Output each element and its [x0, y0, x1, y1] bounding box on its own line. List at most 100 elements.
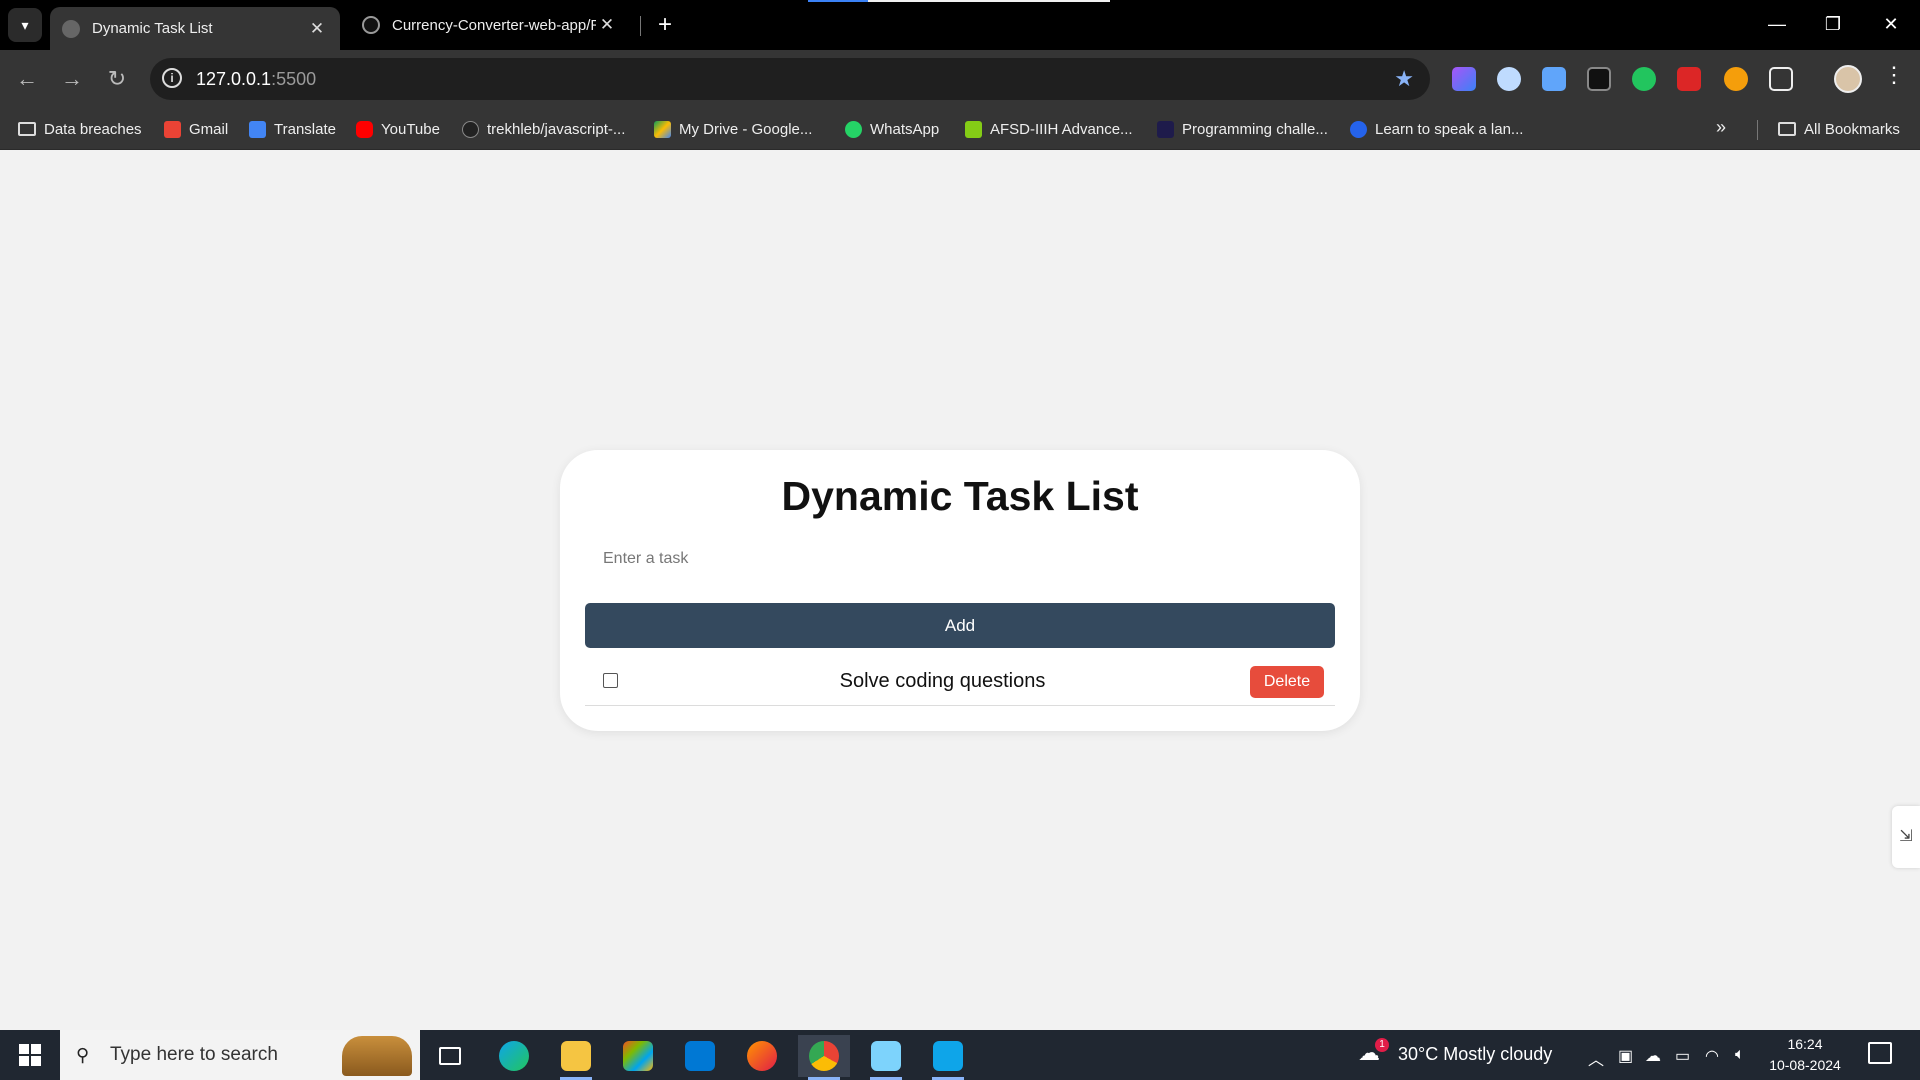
side-panel-toggle-icon[interactable]: ⇲: [1892, 806, 1920, 868]
onedrive-icon[interactable]: ☁: [1645, 1046, 1661, 1066]
back-button[interactable]: ←: [10, 62, 44, 96]
bookmarks-bar: Data breaches Gmail Translate YouTube tr…: [0, 108, 1920, 150]
reload-button[interactable]: ↻: [100, 62, 134, 96]
start-button[interactable]: [0, 1030, 60, 1080]
browser-toolbar: ← → ↻ i 127.0.0.1:5500 ★ ⋮: [0, 50, 1920, 108]
address-url[interactable]: 127.0.0.1:5500: [196, 69, 316, 90]
taskbar-firefox[interactable]: [736, 1035, 788, 1077]
tab-title: Dynamic Task List: [92, 20, 213, 37]
bookmark-translate[interactable]: Translate: [249, 117, 336, 141]
taskbar-file-explorer[interactable]: [550, 1035, 602, 1080]
bookmark-label: AFSD-IIIH Advance...: [990, 120, 1133, 138]
folder-icon: [18, 122, 36, 136]
task-input[interactable]: [585, 539, 1335, 579]
github-icon: [362, 16, 380, 34]
close-window-button[interactable]: ✕: [1866, 8, 1916, 40]
url-port: :5500: [271, 69, 317, 89]
all-bookmarks-label: All Bookmarks: [1804, 120, 1900, 138]
store-icon: [623, 1041, 653, 1071]
extension-grammarly-icon[interactable]: [1632, 67, 1656, 91]
wifi-icon[interactable]: ◠: [1705, 1046, 1719, 1066]
bookmark-afsd[interactable]: AFSD-IIIH Advance...: [965, 117, 1133, 141]
bookmark-data-breaches[interactable]: Data breaches: [18, 117, 142, 141]
language-icon: [1350, 120, 1367, 138]
taskbar-clock[interactable]: 16:24 10-08-2024: [1765, 1034, 1845, 1076]
taskbar-edge[interactable]: [488, 1035, 540, 1077]
youtube-icon: [356, 120, 373, 138]
programming-icon: [1157, 120, 1174, 138]
volume-icon[interactable]: 🔈︎: [1735, 1046, 1745, 1064]
chevron-up-icon[interactable]: ︿: [1588, 1046, 1604, 1070]
loading-indicator: [808, 0, 1110, 2]
tab-search-button[interactable]: ▾: [8, 8, 42, 42]
browser-tab-strip: ▾ Dynamic Task List ✕ Currency-Converter…: [0, 0, 1920, 50]
bookmarks-divider: [1757, 120, 1758, 140]
extension-blocker-icon[interactable]: [1724, 67, 1748, 91]
taskbar-vscode[interactable]: [922, 1035, 974, 1080]
extension-document-icon[interactable]: [1542, 67, 1566, 91]
extensions-puzzle-icon[interactable]: [1769, 67, 1793, 91]
extension-flame-icon[interactable]: [1452, 67, 1476, 91]
url-host: 127.0.0.1: [196, 69, 272, 89]
site-info-icon[interactable]: i: [162, 68, 182, 88]
bookmark-learn-language[interactable]: Learn to speak a lan...: [1350, 117, 1523, 141]
taskbar-mail[interactable]: [674, 1035, 726, 1077]
restore-button[interactable]: ❐: [1808, 8, 1858, 40]
taskbar-store[interactable]: [612, 1035, 664, 1077]
extension-pen-icon[interactable]: [1677, 67, 1701, 91]
close-tab-icon[interactable]: ✕: [306, 19, 328, 39]
bookmark-label: My Drive - Google...: [679, 120, 813, 138]
new-tab-button[interactable]: +: [650, 10, 680, 40]
taskbar-chrome[interactable]: [798, 1035, 850, 1080]
bookmark-star-icon[interactable]: ★: [1394, 66, 1414, 92]
bookmark-label: Translate: [274, 120, 336, 138]
chrome-icon: [809, 1041, 839, 1071]
bookmark-my-drive[interactable]: My Drive - Google...: [654, 117, 812, 141]
task-view-button[interactable]: [424, 1035, 476, 1077]
page-title: Dynamic Task List: [781, 473, 1139, 519]
battery-icon[interactable]: ▭: [1675, 1046, 1690, 1066]
taskbar-search-box[interactable]: ⚲ Type here to search: [60, 1030, 420, 1080]
taskbar-notepad[interactable]: [860, 1035, 912, 1080]
all-bookmarks-button[interactable]: All Bookmarks: [1778, 117, 1900, 141]
close-tab-icon[interactable]: ✕: [596, 15, 618, 35]
clock-time: 16:24: [1787, 1036, 1823, 1052]
taskbar-search-placeholder: Type here to search: [110, 1044, 278, 1065]
bookmark-label: Programming challe...: [1182, 120, 1328, 138]
minimize-button[interactable]: —: [1752, 8, 1802, 40]
weather-text[interactable]: 30°C Mostly cloudy: [1398, 1044, 1552, 1065]
gmail-icon: [164, 120, 181, 138]
bookmark-trekhleb[interactable]: trekhleb/javascript-...: [462, 117, 625, 141]
tab-dynamic-task-list[interactable]: Dynamic Task List ✕: [50, 7, 340, 50]
task-item: Solve coding questions Delete: [585, 656, 1335, 706]
bookmark-whatsapp[interactable]: WhatsApp: [845, 117, 939, 141]
extension-clock-icon[interactable]: [1497, 67, 1521, 91]
page-viewport: Dynamic Task List Add Solve coding quest…: [0, 150, 1920, 1030]
add-task-button[interactable]: Add: [585, 603, 1335, 648]
bookmark-label: Gmail: [189, 120, 229, 138]
bookmark-label: YouTube: [381, 120, 440, 138]
bookmark-youtube[interactable]: YouTube: [356, 117, 440, 141]
tab-currency-converter[interactable]: Currency-Converter-web-app/R ✕: [350, 7, 630, 43]
bookmark-gmail[interactable]: Gmail: [164, 117, 228, 141]
whatsapp-icon: [845, 120, 862, 138]
folder-icon: [1778, 122, 1796, 136]
bookmark-programming[interactable]: Programming challe...: [1157, 117, 1328, 141]
weather-badge: 1: [1375, 1038, 1389, 1052]
address-bar[interactable]: i 127.0.0.1:5500 ★: [150, 58, 1430, 100]
meet-now-icon[interactable]: ▣: [1618, 1046, 1633, 1066]
firefox-icon: [747, 1041, 777, 1071]
task-list-card: Dynamic Task List Add Solve coding quest…: [560, 450, 1360, 731]
clock-date: 10-08-2024: [1769, 1057, 1841, 1073]
forward-button[interactable]: →: [55, 62, 89, 96]
notification-center-icon[interactable]: [1868, 1042, 1892, 1064]
browser-menu-icon[interactable]: ⋮: [1882, 62, 1906, 88]
extension-mask-icon[interactable]: [1587, 67, 1611, 91]
tab-divider: [640, 16, 641, 36]
more-bookmarks-icon[interactable]: »: [1716, 117, 1726, 138]
delete-task-button[interactable]: Delete: [1250, 666, 1324, 698]
tab-title: Currency-Converter-web-app/R: [392, 16, 596, 34]
profile-avatar[interactable]: [1834, 65, 1862, 93]
notepad-icon: [871, 1041, 901, 1071]
bookmark-label: Data breaches: [44, 120, 142, 138]
